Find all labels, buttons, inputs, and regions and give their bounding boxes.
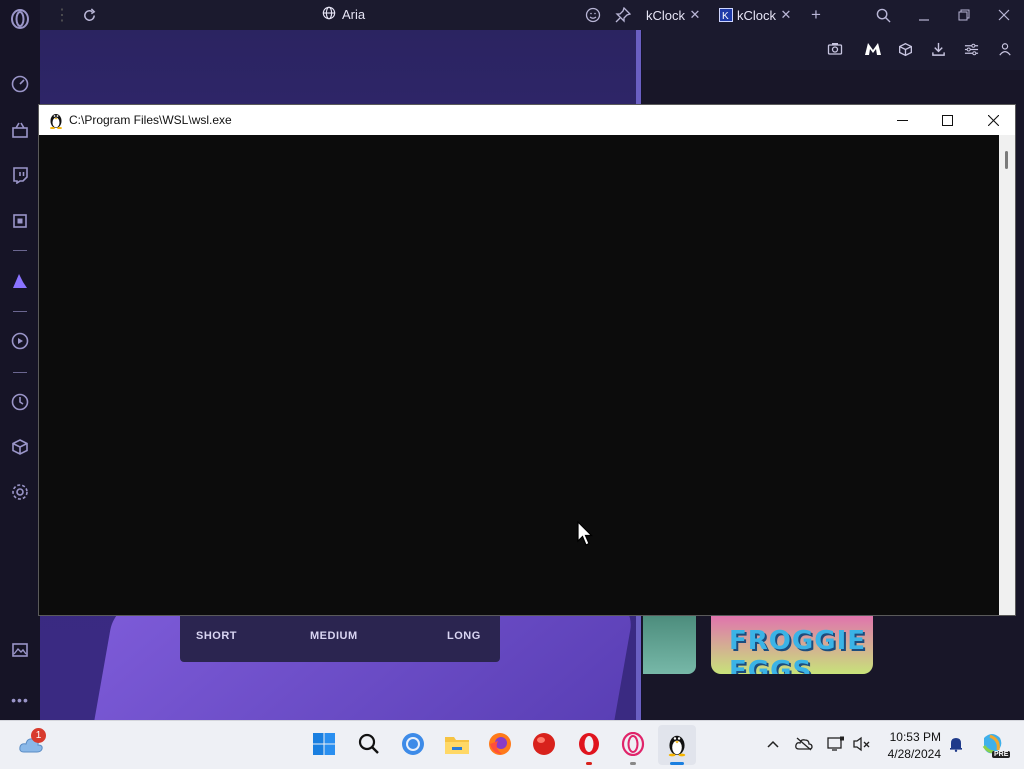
window-title-bar[interactable]: C:\Program Files\WSL\wsl.exe [39, 105, 1015, 135]
browser-tab-bar: ⋮ Aria kClock ✕ K kClock ✕ + [40, 0, 1024, 30]
pin-icon[interactable] [615, 7, 631, 23]
chip-icon[interactable] [10, 211, 30, 231]
length-option-medium[interactable]: MEDIUM [310, 630, 358, 642]
speed-dial-icon[interactable] [10, 74, 30, 94]
firefox-icon[interactable] [487, 731, 513, 757]
wsl-penguin-icon[interactable] [664, 731, 690, 757]
tab-kclock-1-label[interactable]: kClock [646, 8, 685, 23]
kclock-favicon-icon: K [718, 7, 734, 23]
scrollbar-thumb[interactable] [1005, 151, 1008, 169]
active-indicator [670, 762, 684, 765]
chrome-icon[interactable] [400, 731, 426, 757]
window-close-button[interactable] [970, 105, 1016, 135]
extensions-icon[interactable] [10, 437, 30, 457]
browser-sidebar: ••• [0, 0, 40, 720]
tab-close-icon[interactable]: ✕ [687, 7, 703, 23]
display-icon[interactable] [827, 735, 845, 753]
close-icon [987, 114, 999, 126]
sidebar-separator [13, 372, 27, 373]
opera-icon[interactable] [576, 731, 602, 757]
onedrive-off-icon[interactable] [795, 735, 813, 753]
tab-aria-label: Aria [342, 7, 366, 22]
length-option-short[interactable]: SHORT [196, 630, 237, 642]
settings-icon[interactable] [10, 482, 30, 502]
clock-time[interactable]: 10:53 PM [885, 730, 941, 744]
active-indicator [630, 762, 636, 765]
window-maximize-button[interactable] [924, 105, 970, 135]
drag-handle-icon[interactable]: ⋮ [54, 7, 70, 24]
mouse-cursor-icon [577, 520, 593, 547]
clock-date[interactable]: 4/28/2024 [885, 747, 941, 761]
camera-icon[interactable] [826, 40, 844, 58]
cube-icon[interactable] [896, 40, 914, 58]
sidebar-separator [13, 311, 27, 312]
more-icon[interactable]: ••• [10, 690, 30, 710]
notification-bell-icon[interactable] [947, 735, 965, 753]
game-thumbnail[interactable] [643, 612, 696, 674]
new-tab-icon[interactable]: + [808, 5, 824, 24]
tab-aria[interactable]: Aria [322, 6, 365, 23]
minimize-icon[interactable] [916, 7, 932, 23]
search-icon[interactable] [356, 731, 382, 757]
globe-icon [322, 6, 336, 23]
game-thumbnail-froggie-eggs[interactable]: FROGGIE EGGS [711, 612, 873, 674]
restore-icon[interactable] [956, 7, 972, 23]
shopping-icon[interactable] [10, 120, 30, 140]
search-tabs-icon[interactable] [875, 7, 891, 23]
easy-setup-icon[interactable] [962, 40, 980, 58]
gallery-icon[interactable] [10, 640, 30, 660]
player-icon[interactable] [10, 331, 30, 351]
windows-taskbar: 1 10:53 PM 4/28/2024 PRE [0, 720, 1024, 769]
file-explorer-icon[interactable] [444, 731, 470, 757]
profile-icon[interactable] [996, 40, 1014, 58]
close-icon[interactable] [996, 7, 1012, 23]
window-title: C:\Program Files\WSL\wsl.exe [69, 113, 232, 127]
aria-icon[interactable] [10, 271, 30, 291]
history-icon[interactable] [10, 392, 30, 412]
start-icon[interactable] [311, 731, 337, 757]
malwarebytes-icon[interactable] [864, 40, 882, 58]
download-icon[interactable] [929, 40, 947, 58]
maximize-icon [941, 114, 953, 126]
tab-kclock-2-label[interactable]: kClock [737, 8, 776, 23]
console-scrollbar[interactable] [999, 135, 1015, 615]
red-app-icon[interactable] [531, 731, 557, 757]
length-option-long[interactable]: LONG [447, 630, 481, 642]
opera-logo-icon[interactable] [10, 9, 30, 29]
minimize-icon [896, 119, 908, 121]
linux-penguin-icon [48, 111, 64, 129]
opera-gx-icon[interactable] [620, 731, 646, 757]
svg-text:K: K [722, 11, 729, 22]
volume-muted-icon[interactable] [853, 735, 871, 753]
console-output-area[interactable] [39, 135, 999, 615]
emoji-icon[interactable] [585, 7, 601, 23]
reload-icon[interactable] [81, 7, 97, 23]
tab-close-icon[interactable]: ✕ [778, 7, 794, 23]
active-indicator [586, 762, 592, 765]
twitch-icon[interactable] [10, 165, 30, 185]
sidebar-separator [13, 250, 27, 251]
wsl-console-window[interactable]: C:\Program Files\WSL\wsl.exe [38, 104, 1016, 616]
game-title: FROGGIE EGGS [729, 626, 866, 674]
copilot-preview-badge: PRE [992, 751, 1011, 758]
notification-badge: 1 [31, 728, 46, 743]
chevron-up-icon[interactable] [764, 735, 782, 753]
window-minimize-button[interactable] [879, 105, 925, 135]
